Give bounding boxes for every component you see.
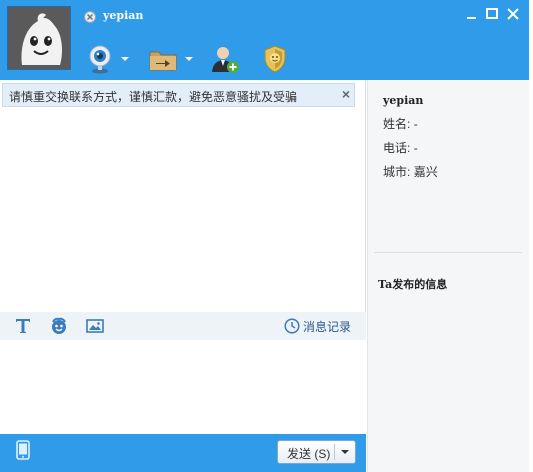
send-divider [334, 444, 335, 460]
window-edge [529, 0, 533, 472]
send-options-dropdown-icon[interactable] [341, 450, 349, 454]
message-input[interactable] [0, 340, 366, 434]
profile-row-name: 姓名: - [383, 115, 418, 132]
add-contact-button[interactable] [210, 44, 240, 74]
security-shield-icon [264, 45, 286, 73]
profile-city-value: 嘉兴 [413, 165, 438, 179]
contact-name: yepian [103, 9, 144, 22]
chat-panel: 请慎重交换联系方式，谨慎汇款，避免恶意骚扰及受骗 × 消息记录 [0, 80, 366, 434]
avatar[interactable] [7, 6, 71, 70]
message-history-label: 消息记录 [303, 319, 352, 334]
send-button-label: 发送 (S) [287, 447, 331, 461]
profile-name: yepian [383, 94, 424, 107]
bottom-bar: 发送 (S) [0, 434, 366, 472]
webcam-icon [89, 45, 111, 74]
clock-icon [284, 318, 300, 334]
file-transfer-button[interactable] [148, 44, 178, 74]
contact-info-panel: yepian 姓名: - 电话: - 城市: 嘉兴 Ta发布的信息 [367, 80, 529, 472]
profile-name-value: - [413, 117, 418, 131]
avatar-face-icon [8, 7, 70, 69]
safety-notice: 请慎重交换联系方式，谨慎汇款，避免恶意骚扰及受骗 × [2, 83, 355, 107]
file-transfer-icon [149, 51, 177, 71]
profile-divider [374, 252, 522, 253]
profile-row-phone: 电话: - [383, 139, 418, 156]
close-icon[interactable] [505, 6, 521, 22]
send-button[interactable]: 发送 (S) [277, 440, 356, 464]
emoji-icon[interactable] [50, 317, 68, 335]
minimize-icon[interactable] [464, 6, 480, 22]
posts-heading: Ta发布的信息 [378, 278, 448, 291]
input-toolbar: 消息记录 [0, 312, 366, 340]
webcam-dropdown-icon[interactable] [121, 57, 129, 61]
title-bar: yepian [0, 0, 529, 80]
maximize-icon[interactable] [484, 6, 500, 22]
safety-notice-text: 请慎重交换联系方式，谨慎汇款，避免恶意骚扰及受骗 [9, 90, 298, 104]
profile-phone-label: 电话: [383, 141, 411, 155]
message-history-link[interactable]: 消息记录 [284, 316, 351, 336]
phone-icon[interactable] [16, 440, 30, 460]
image-icon[interactable] [86, 317, 104, 335]
message-history-area[interactable] [0, 110, 366, 310]
status-offline-icon [84, 10, 96, 23]
font-icon[interactable] [14, 317, 32, 335]
security-button[interactable] [262, 44, 288, 74]
profile-city-label: 城市: [383, 165, 411, 179]
profile-phone-value: - [413, 141, 418, 155]
chat-window: yepian 请慎重交换联系方式，谨慎汇款，避免恶意骚扰及受骗 × 消息记录 发… [0, 0, 533, 472]
profile-name-label: 姓名: [383, 117, 411, 131]
webcam-button[interactable] [86, 44, 114, 74]
file-transfer-dropdown-icon[interactable] [185, 57, 193, 61]
notice-close-icon[interactable]: × [342, 86, 350, 102]
profile-row-city: 城市: 嘉兴 [383, 163, 438, 180]
add-contact-icon [212, 47, 239, 73]
